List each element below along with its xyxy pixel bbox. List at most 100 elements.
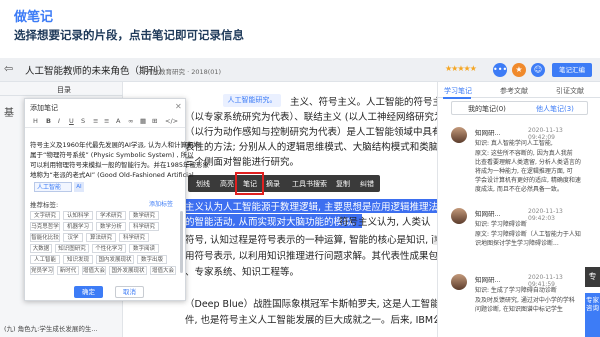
author-name: 知网研... [475,129,501,137]
note-text[interactable]: 可以利用物理符号来模拟一般的智能行为。并在1985年被形象 [30,159,209,169]
strike-icon[interactable]: S [81,117,85,125]
note-highlight-box [235,172,264,195]
note-filter: 我的笔记(0) 他人笔记(3) [451,101,588,115]
tag-option[interactable]: 数学分析 [96,222,126,231]
scrollbar[interactable] [180,211,183,273]
note-card[interactable]: 知网研... 2020-11-13 09:42:03 知识: 学习障碍诊断 原文… [451,208,588,271]
note-card[interactable]: 知网研... 2020-11-13 09:41:59 知识: 生成了学习障碍自动… [451,274,588,337]
highlighted-text[interactable]: 的智能活动, 从而实现对大脑功能的模拟。 [185,214,363,228]
code-icon[interactable]: </> [165,117,178,125]
add-tag-button[interactable]: 添加标签 [149,199,173,208]
tab-my-notes[interactable]: 我的笔记(0) [468,104,506,114]
tag-option[interactable]: 数字出版 [137,255,167,264]
note-compile-button[interactable]: 笔记汇编 [552,63,592,77]
tag-option[interactable]: 国内发展现状 [96,255,134,264]
tag-option[interactable]: 增值大会 [82,266,106,275]
menu-reference-search[interactable]: 工具书搜索 [292,179,327,189]
tag-option[interactable]: 汉学 [63,233,83,242]
menu-highlight[interactable]: 高亮 [220,179,234,189]
confirm-button[interactable]: 确定 [74,286,103,298]
menu-copy[interactable]: 复制 [336,179,350,189]
note-line: 学会设计算机有更好的适应, 精确度和速 [475,177,581,184]
tab-study-notes[interactable]: 学习笔记 [444,86,472,96]
underline-icon[interactable]: U [69,117,74,125]
image-icon[interactable]: ▦ [140,117,146,125]
close-icon[interactable]: ✕ [175,102,182,111]
menu-correct[interactable]: 纠错 [360,179,374,189]
expert-consult-button[interactable]: 专家咨询 [585,293,600,337]
tag-option[interactable]: 增值大会 [150,266,176,275]
tag-option[interactable]: 人工智能 [30,255,60,264]
tag-option[interactable]: 算法研究 [86,233,116,242]
tab-others-notes[interactable]: 他人笔记(3) [536,104,574,114]
keyword-highlight[interactable]: 人工智能研究。 [223,94,281,107]
tag-option[interactable]: 大数据 [30,244,52,253]
highlighted-text[interactable]: 主义认为人工智能源于数理逻辑, 主要思想是应用逻辑推理法则 [185,199,448,213]
tab-contents[interactable]: 目录 [57,85,71,95]
menu-excerpt[interactable]: 摘录 [266,179,280,189]
side-buttons: 专 专家咨询 [585,261,600,337]
header: 做笔记 选择想要记录的片段，点击笔记即可记录信息 [0,0,600,56]
note-card[interactable]: 知网研... 2020-11-13 09:42:09 知识: 真人智能学问人工智… [451,127,588,193]
collect-icon[interactable]: ★ [512,63,526,77]
add-note-dialog: 添加笔记 ✕ H B I U S ≡ ≡ A ∞ ▦ ⊞ </> 符号主义及19… [24,98,209,301]
tag-option[interactable]: 国外发展现状 [109,266,147,275]
toc-item[interactable]: (九) 角色九:学生成长发展的生... [4,323,98,333]
cancel-button[interactable]: 取消 [115,286,144,298]
tag-option[interactable]: 数字阅读 [129,244,159,253]
doc-line: 符号主义认为, 人类认 [339,217,431,228]
ai-badge: AI [74,182,84,192]
side-button-expert[interactable]: 专 [585,267,600,287]
rating-stars[interactable]: ★★★★★ [445,64,477,73]
author-name: 知网研... [475,210,501,218]
tag-option[interactable]: 智能化比较 [30,233,60,242]
tab-citations[interactable]: 引证文献 [556,86,584,96]
tag-option[interactable]: 认知科学 [63,211,93,220]
doc-line: 用符号表示, 以利用知识推理进行问题求解。其代表性成果包括 [185,251,448,262]
arrow-left-icon[interactable]: ⇦ [4,62,13,75]
italic-icon[interactable]: I [58,117,60,125]
tag-option[interactable]: 数学研究 [129,211,159,220]
note-line: 问题诊断, 在知识图谱中标记学生 [475,306,563,313]
tag-option[interactable]: 知识发现 [63,255,93,264]
doc-line: 表性的方法; 分别从人的逻辑思维模式、大脑结构模式和类脑智能 [185,142,458,153]
note-line: 原文: 学习障碍诊断（人工智能力于人知 [475,231,581,238]
tag-option[interactable]: 新时代 [57,266,79,275]
tag-option[interactable]: 学术研究 [96,211,126,220]
note-date: 2020-11-13 09:42:03 [528,208,563,222]
list-ordered-icon[interactable]: ≡ [104,117,109,125]
tab-references[interactable]: 参考文献 [500,86,528,96]
heading-icon[interactable]: H [33,117,38,125]
font-color-icon[interactable]: A [116,117,120,125]
right-tabs: 学习笔记 参考文献 引证文献 [438,82,600,98]
tag-option[interactable]: 科学研究 [119,233,149,242]
note-line: 将成为一种能力, 在逻辑推理方面, 可 [475,168,573,175]
tag-option[interactable]: 机器学习 [63,222,93,231]
avatar [451,127,467,143]
menu-underline[interactable]: 划线 [196,179,210,189]
doc-line: （以行为动作感知与控制研究为代表）是人工智能领域中具有代 [185,127,452,138]
doc-line: （以专家系统研究为代表）、联结主义 (以人工神经网络研究为代表) 、 [185,112,479,123]
doc-line: 符号, 认知过程是符号表示的一种运算, 智能的核心是知识, 而 [185,235,441,246]
tag-option[interactable]: 党员学习 [30,266,54,275]
tag-option[interactable]: 马克思哲学 [30,222,60,231]
tag-option[interactable]: 科学研究 [129,222,159,231]
note-text[interactable]: 地称为“老派的老式AI” (Good Old-Fashioned Artific… [30,169,194,179]
note-text[interactable]: 属于“物理符号系统” (Physic Symbolic System) , 所以 [30,149,194,159]
tag-chip[interactable]: 人工智能 [34,182,72,192]
tag-option[interactable]: 文字研究 [30,211,60,220]
tag-option[interactable]: 个性化学习 [92,244,126,253]
user-icon[interactable]: ☺ [531,63,545,77]
bold-icon[interactable]: B [46,117,51,125]
note-line: 及及时反馈研究, 通过对中小学的学科 [475,297,575,304]
list-icon[interactable]: ≡ [93,117,98,125]
more-icon[interactable]: ••• [493,63,507,77]
link-icon[interactable]: ∞ [128,117,133,125]
right-panel: 学习笔记 参考文献 引证文献 我的笔记(0) 他人笔记(3) 知网研... 20… [437,82,600,337]
table-icon[interactable]: ⊞ [152,117,157,125]
note-line: 比查看要理解人类遗留, 分析人类语言的 [475,159,581,166]
note-text[interactable]: 符号主义及1960年代最先发展的AI学派, 认为人和计算机均 [30,139,200,149]
toc-item[interactable]: 基 [4,104,14,119]
note-line: 度成法, 而且不在必然具备一致。 [475,186,563,193]
tag-option[interactable]: 知识图研究 [55,244,89,253]
